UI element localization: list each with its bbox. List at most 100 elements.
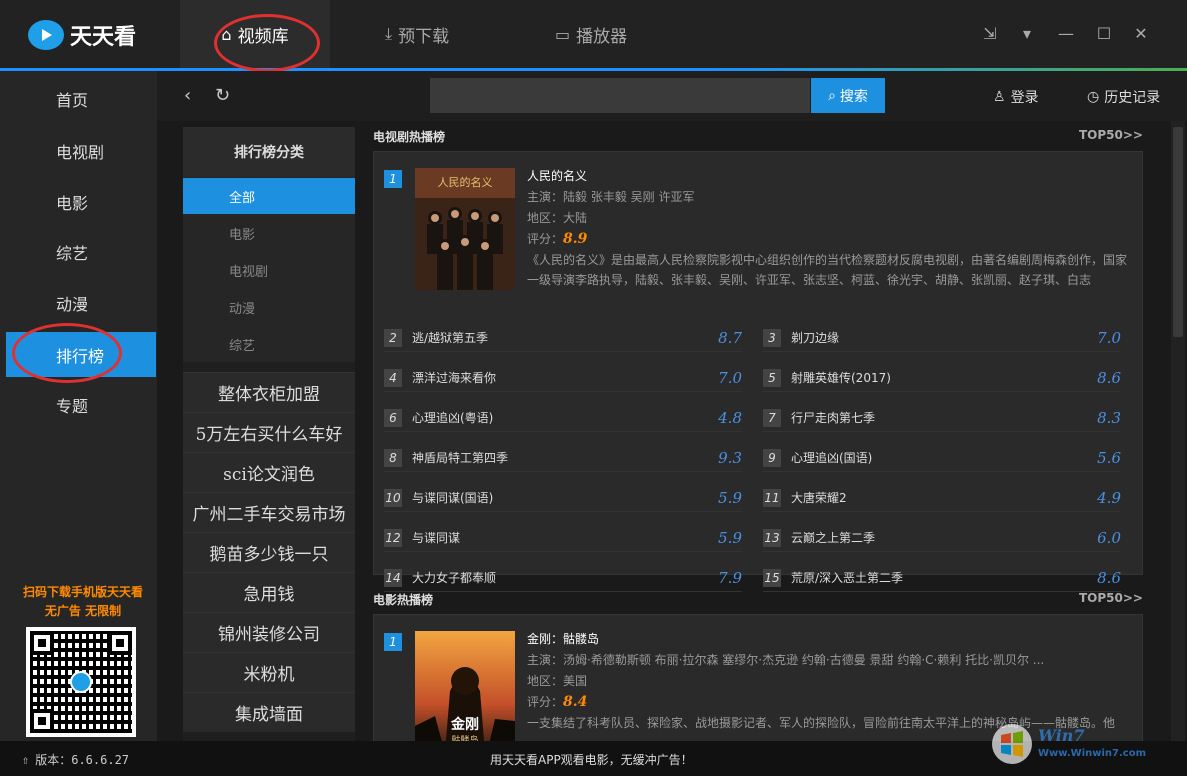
featured-cast: 主演：陆毅 张丰毅 吴刚 许亚军 — [527, 190, 695, 204]
ranking-row[interactable]: 13 云巅之上第二季 6.0 — [763, 524, 1121, 552]
ranking-category-panel: 排行榜分类 全部 电影 电视剧 动漫 综艺 整体衣柜加盟 5万左右买什么车好 s… — [183, 127, 355, 741]
rank-number: 8 — [384, 448, 402, 467]
nav-item-variety[interactable]: 综艺 — [6, 229, 156, 274]
ranking-row[interactable]: 8 神盾局特工第四季 9.3 — [384, 444, 742, 472]
rank-score: 4.9 — [1097, 488, 1121, 507]
maximize-icon[interactable]: ☐ — [1094, 24, 1114, 43]
category-all[interactable]: 全部 — [183, 177, 355, 214]
top50-link[interactable]: TOP50>> — [1079, 128, 1143, 142]
close-icon[interactable]: ✕ — [1131, 24, 1151, 43]
nav-item-ranking[interactable]: 排行榜 — [6, 332, 156, 377]
rank-title[interactable]: 与谍同谋(国语) — [412, 489, 702, 506]
rank-score: 4.8 — [718, 408, 742, 427]
scrollbar[interactable] — [1171, 121, 1185, 741]
ranking-row[interactable]: 15 荒原/深入恶土第二季 8.6 — [763, 564, 1121, 592]
ranking-row[interactable]: 3 剃刀边缘 7.0 — [763, 324, 1121, 352]
version-info[interactable]: ⇧ 版本：6.6.6.27 — [22, 751, 129, 768]
mini-mode-icon[interactable]: ⇲ — [980, 24, 1000, 43]
ranking-row[interactable]: 2 逃/越狱第五季 8.7 — [384, 324, 742, 352]
rank-title[interactable]: 荒原/深入恶土第二季 — [791, 569, 1081, 586]
rank-title[interactable]: 心理追凶(国语) — [791, 449, 1081, 466]
ranking-row[interactable]: 10 与谍同谋(国语) 5.9 — [384, 484, 742, 512]
clock-icon: ◷ — [1087, 89, 1100, 105]
rank-title[interactable]: 行尸走肉第七季 — [791, 409, 1081, 426]
rank-title[interactable]: 大力女子都奉顺 — [412, 569, 702, 586]
category-variety[interactable]: 综艺 — [183, 325, 355, 362]
tab-predownload[interactable]: ⤓ 预下载 — [385, 0, 449, 68]
poster-image[interactable]: 金刚 骷髅岛 — [415, 631, 515, 741]
rank-title[interactable]: 心理追凶(粤语) — [412, 409, 702, 426]
rank-badge: 1 — [384, 170, 402, 188]
rank-number: 13 — [763, 528, 781, 547]
ad-link[interactable]: 集成墙面 — [183, 692, 355, 732]
category-tv[interactable]: 电视剧 — [183, 251, 355, 288]
ad-link[interactable]: 锦州装修公司 — [183, 612, 355, 652]
ranking-row[interactable]: 7 行尸走肉第七季 8.3 — [763, 404, 1121, 432]
svg-text:金刚: 金刚 — [450, 716, 479, 733]
category-movie[interactable]: 电影 — [183, 214, 355, 251]
rank-score: 5.9 — [718, 488, 742, 507]
ranking-row[interactable]: 4 漂洋过海来看你 7.0 — [384, 364, 742, 392]
tab-label: 视频库 — [237, 26, 289, 47]
featured-title[interactable]: 金刚：骷髅岛 — [527, 629, 1127, 650]
history-label: 历史记录 — [1104, 90, 1161, 106]
rank-number: 3 — [763, 328, 781, 347]
nav-label: 排行榜 — [56, 346, 105, 366]
rank-score: 8.6 — [1097, 368, 1121, 387]
menu-dropdown-icon[interactable]: ▾ — [1017, 24, 1037, 43]
ad-link[interactable]: sci论文润色 — [183, 452, 355, 492]
nav-item-anime[interactable]: 动漫 — [6, 280, 156, 325]
rank-score: 5.9 — [718, 528, 742, 547]
search-button[interactable]: ⌕ 搜索 — [811, 78, 885, 113]
nav-item-tv[interactable]: 电视剧 — [6, 128, 156, 173]
nav-item-topics[interactable]: 专题 — [6, 382, 156, 427]
status-message: 用天天看APP观看电影，无缓冲广告！ — [490, 753, 693, 767]
tab-video-library[interactable]: ⌂ 视频库 — [180, 0, 330, 68]
rank-score: 7.0 — [718, 368, 742, 387]
rank-title[interactable]: 云巅之上第二季 — [791, 529, 1081, 546]
refresh-icon[interactable]: ↻ — [215, 85, 230, 106]
rank-number: 5 — [763, 368, 781, 387]
rank-title[interactable]: 剃刀边缘 — [791, 329, 1081, 346]
ranking-row[interactable]: 11 大唐荣耀2 4.9 — [763, 484, 1121, 512]
rank-title[interactable]: 逃/越狱第五季 — [412, 329, 702, 346]
ad-link[interactable]: 5万左右买什么车好 — [183, 412, 355, 452]
ad-link[interactable]: 整体衣柜加盟 — [183, 372, 355, 412]
rank-title[interactable]: 与谍同谋 — [412, 529, 702, 546]
featured-info: 人民的名义 主演：陆毅 张丰毅 吴刚 许亚军 地区：大陆 评分：8.9 《人民的… — [527, 166, 1127, 290]
rank-number: 7 — [763, 408, 781, 427]
scroll-thumb[interactable] — [1173, 127, 1183, 337]
featured-title[interactable]: 人民的名义 — [527, 166, 1127, 187]
history-button[interactable]: ◷ 历史记录 — [1087, 87, 1160, 107]
ranking-row[interactable]: 5 射雕英雄传(2017) 8.6 — [763, 364, 1121, 392]
rank-title[interactable]: 大唐荣耀2 — [791, 489, 1081, 506]
rank-title[interactable]: 漂洋过海来看你 — [412, 369, 702, 386]
ranking-row[interactable]: 6 心理追凶(粤语) 4.8 — [384, 404, 742, 432]
nav-item-movie[interactable]: 电影 — [6, 179, 156, 224]
poster-image[interactable]: 人民的名义 — [415, 168, 515, 290]
rank-score: 7.0 — [1097, 328, 1121, 347]
nav-item-home[interactable]: 首页 — [6, 76, 156, 121]
rank-score: 7.9 — [718, 568, 742, 587]
rank-score: 8.6 — [1097, 568, 1121, 587]
login-button[interactable]: ♙ 登录 — [993, 87, 1039, 107]
ranking-row[interactable]: 14 大力女子都奉顺 7.9 — [384, 564, 742, 592]
tab-player[interactable]: ▭ 播放器 — [555, 0, 627, 68]
ad-link[interactable]: 鹅苗多少钱一只 — [183, 532, 355, 572]
back-icon[interactable]: ‹ — [184, 85, 191, 106]
category-anime[interactable]: 动漫 — [183, 288, 355, 325]
rank-title[interactable]: 射雕英雄传(2017) — [791, 369, 1081, 386]
nav-label: 动漫 — [56, 294, 89, 314]
top50-link[interactable]: TOP50>> — [1079, 591, 1143, 605]
nav-label: 首页 — [56, 90, 89, 110]
ranking-row[interactable]: 12 与谍同谋 5.9 — [384, 524, 742, 552]
rank-title[interactable]: 神盾局特工第四季 — [412, 449, 702, 466]
minimize-icon[interactable]: — — [1056, 24, 1076, 43]
search-input[interactable] — [430, 78, 810, 113]
ranking-row[interactable]: 9 心理追凶(国语) 5.6 — [763, 444, 1121, 472]
ad-link[interactable]: 急用钱 — [183, 572, 355, 612]
nav-label: 电影 — [56, 193, 89, 213]
qr-code — [26, 627, 136, 737]
ad-link[interactable]: 米粉机 — [183, 652, 355, 692]
ad-link[interactable]: 广州二手车交易市场 — [183, 492, 355, 532]
